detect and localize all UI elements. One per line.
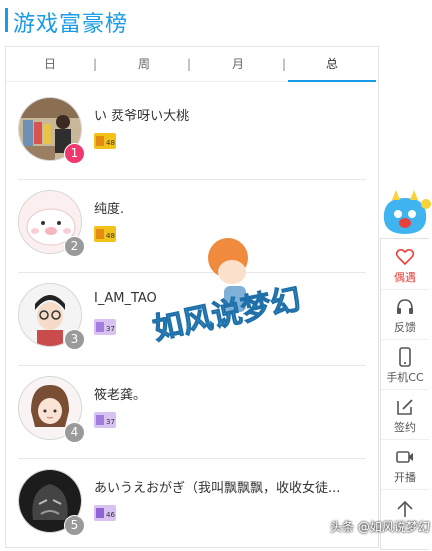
tab-week[interactable]: 周 — [98, 47, 190, 81]
tab-month[interactable]: 月 — [192, 47, 284, 81]
svg-text:48: 48 — [106, 139, 115, 147]
sidebar-item-label: 签约 — [394, 421, 416, 434]
list-item[interactable]: 1 い 烎爷呀い大桃 48 — [18, 87, 366, 180]
user-name[interactable]: 筱老龚。 — [94, 384, 146, 403]
page-title: 游戏富豪榜 — [13, 12, 129, 37]
rank-badge: 1 — [64, 143, 85, 164]
list-item[interactable]: 3 I_AM_TAO 37 — [18, 273, 366, 366]
watermark-caption: 头条 @如风说梦幻 — [330, 520, 430, 534]
headset-icon — [397, 299, 413, 314]
mascot-icon[interactable] — [378, 190, 432, 238]
rank-badge: 2 — [64, 236, 85, 257]
sidebar-item-label: 开播 — [394, 471, 416, 484]
arrow-up-icon — [397, 500, 413, 517]
svg-text:37: 37 — [106, 325, 115, 333]
list-item[interactable]: 4 筱老龚。 37 — [18, 366, 366, 459]
user-name[interactable]: I_AM_TAO — [94, 291, 157, 306]
rank-badge: 3 — [64, 329, 85, 350]
right-sidebar: 偶遇 反馈 手机CC 签约 开播 — [380, 238, 429, 550]
header: 游戏富豪榜 — [0, 0, 432, 46]
ranking-panel: 日 | 周 | 月 | 总 1 い 烎爷呀い大桃 48 2 纯度. 48 3 I… — [5, 46, 379, 548]
tab-separator: | — [93, 57, 98, 71]
purple-level-badge-icon: 37 — [94, 412, 116, 428]
edit-icon — [397, 399, 413, 415]
phone-icon — [399, 347, 411, 367]
sidebar-item-mobile-cc[interactable]: 手机CC — [381, 339, 429, 390]
purple-level-badge-icon: 46 — [94, 505, 116, 521]
purple-level-badge-icon: 37 — [94, 319, 116, 335]
tab-day[interactable]: 日 — [6, 47, 94, 81]
heart-icon — [395, 248, 415, 266]
svg-text:37: 37 — [106, 418, 115, 426]
rank-badge: 4 — [64, 422, 85, 443]
svg-text:48: 48 — [106, 232, 115, 240]
title-accent-bar — [5, 8, 8, 32]
sidebar-item-label: 反馈 — [394, 321, 416, 334]
sidebar-item-label: 偶遇 — [394, 271, 416, 284]
user-name[interactable]: い 烎爷呀い大桃 — [94, 105, 189, 124]
video-icon — [396, 451, 413, 463]
list-item[interactable]: 5 あいうえおがぎ（我叫飘飘飘，收收女徒... 46 — [18, 459, 366, 551]
sidebar-item-encounter[interactable]: 偶遇 — [381, 239, 429, 290]
tab-total[interactable]: 总 — [288, 47, 376, 82]
sidebar-item-feedback[interactable]: 反馈 — [381, 289, 429, 340]
sidebar-item-sign[interactable]: 签约 — [381, 389, 429, 440]
user-name[interactable]: 纯度. — [94, 198, 124, 217]
tab-separator: | — [282, 57, 287, 71]
list-item[interactable]: 2 纯度. 48 — [18, 180, 366, 273]
sidebar-item-label: 手机CC — [386, 371, 424, 384]
svg-text:46: 46 — [106, 511, 115, 519]
user-name[interactable]: あいうえおがぎ（我叫飘飘飘，收收女徒... — [94, 477, 340, 496]
gold-level-badge-icon: 48 — [94, 133, 116, 149]
rank-badge: 5 — [64, 515, 85, 536]
period-tabs: 日 | 周 | 月 | 总 — [6, 47, 378, 82]
tab-separator: | — [187, 57, 192, 71]
gold-level-badge-icon: 48 — [94, 226, 116, 242]
sidebar-item-start-stream[interactable]: 开播 — [381, 439, 429, 490]
